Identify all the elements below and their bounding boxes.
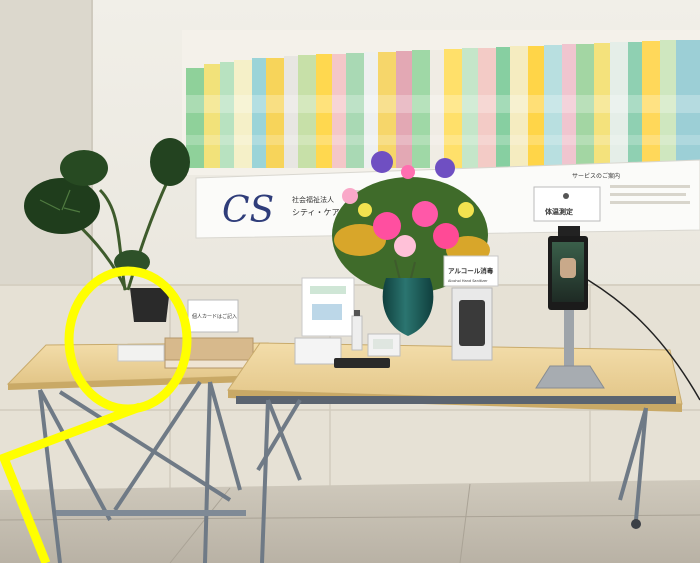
plant-pot <box>130 288 170 322</box>
floor <box>0 480 700 563</box>
entrance-photo: CS 社会福祉法人 シティ・ケアサービス サービスのご案内 体温測定 個人カード… <box>0 0 700 563</box>
stripe-artwork <box>182 30 700 175</box>
alcohol-sign-subtext: Alcohol Hand Sanitizer <box>448 279 488 283</box>
plant-leaf <box>60 150 108 186</box>
pink-rose <box>373 212 401 240</box>
alcohol-sign-text: アルコール消毒 <box>448 266 494 275</box>
card-box <box>164 337 254 361</box>
light-pink-flower <box>394 235 416 257</box>
pink-rose <box>433 223 459 249</box>
company-small-text: 社会福祉法人 <box>292 195 334 204</box>
temperature-sign-text: 体温測定 <box>545 207 573 216</box>
black-remote <box>334 358 390 368</box>
card-instruction-text: 個人カードはご記入 <box>192 313 237 320</box>
pink-rose <box>412 201 438 227</box>
photo-scene: CS 社会福祉法人 シティ・ケアサービス サービスのご案内 体温測定 個人カード… <box>0 0 700 563</box>
pen-holder <box>117 344 165 362</box>
plant-leaf <box>150 138 190 186</box>
pump-bottle <box>351 315 363 351</box>
service-heading: サービスのご案内 <box>572 172 620 180</box>
purple-flower <box>371 151 393 173</box>
plant-leaf <box>24 178 100 234</box>
logo-mark: CS <box>222 190 274 231</box>
purple-flower <box>435 158 455 178</box>
